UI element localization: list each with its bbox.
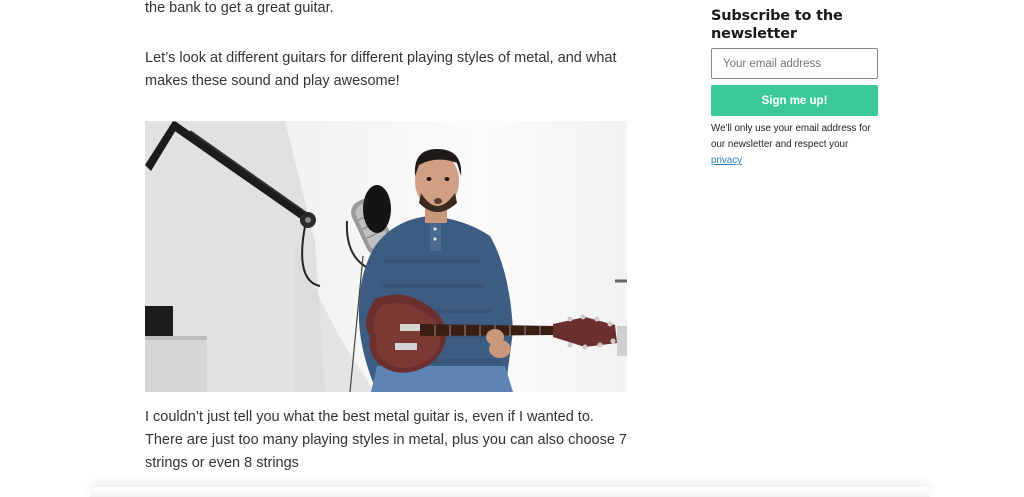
- article-video[interactable]: [145, 121, 627, 392]
- privacy-link[interactable]: privacy: [711, 155, 742, 166]
- guitarist-video-still: [145, 121, 627, 392]
- page: the bank to get a great guitar. Let’s lo…: [0, 0, 1024, 497]
- bottom-edge-shadow: [90, 487, 930, 497]
- newsletter-title: Subscribe to the newsletter: [711, 8, 843, 42]
- article-paragraph: the bank to get a great guitar.: [145, 0, 334, 16]
- privacy-note: We'll only use your email address for ou…: [711, 121, 881, 169]
- sign-up-button[interactable]: Sign me up!: [711, 85, 878, 116]
- newsletter-widget: Subscribe to the newsletter Sign me up! …: [711, 7, 879, 166]
- privacy-note-text: We'll only use your email address for ou…: [711, 123, 871, 150]
- article-paragraph: Let’s look at different guitars for diff…: [145, 50, 617, 89]
- email-field[interactable]: [711, 48, 878, 79]
- article-paragraph: I couldn’t just tell you what the best m…: [145, 409, 627, 471]
